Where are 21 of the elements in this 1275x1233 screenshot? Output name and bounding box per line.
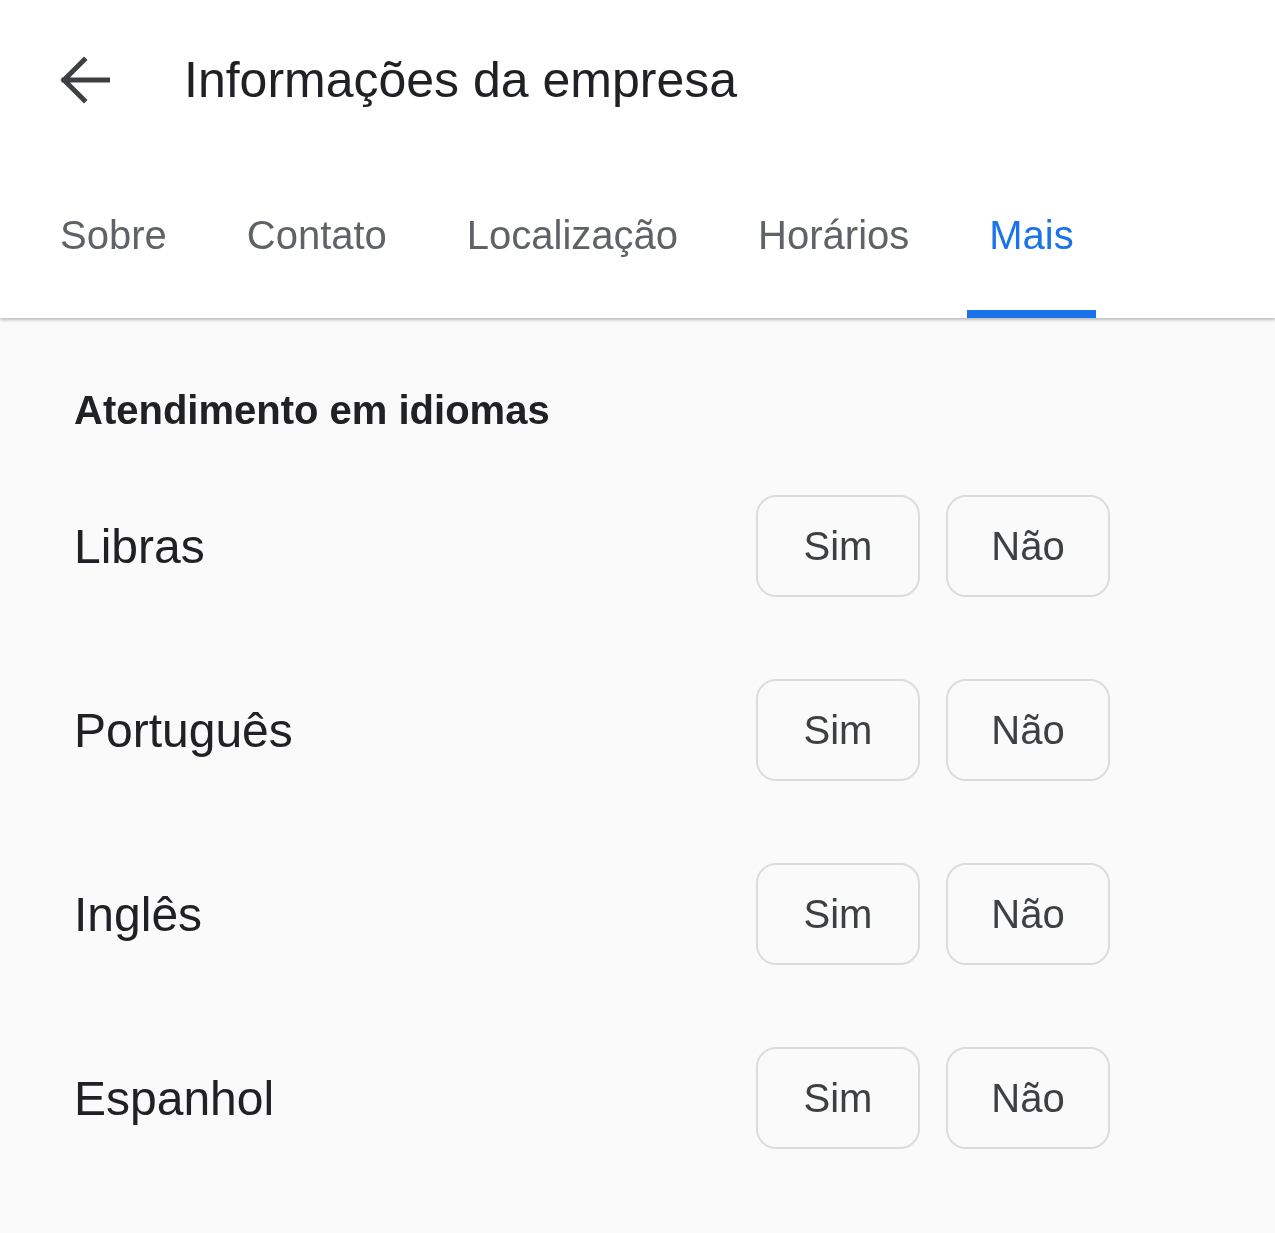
back-button[interactable] (58, 56, 110, 104)
choice-button[interactable]: Sim (756, 863, 920, 965)
language-label: Espanhol (74, 1070, 276, 1126)
choice-button[interactable]: Sim (756, 679, 920, 781)
tab[interactable]: Horários (736, 160, 932, 318)
choice-button[interactable]: Sim (756, 1047, 920, 1149)
tab[interactable]: Mais (967, 160, 1096, 318)
choice-button[interactable]: Não (946, 495, 1110, 597)
tab[interactable]: Localização (444, 160, 701, 318)
page-title: Informações da empresa (184, 51, 738, 109)
language-label: Libras (74, 518, 206, 574)
choice-button[interactable]: Sim (756, 495, 920, 597)
tab[interactable]: Sobre (38, 160, 189, 318)
back-arrow-icon (58, 56, 110, 104)
choice-button[interactable]: Não (946, 863, 1110, 965)
section-heading: Atendimento em idiomas (74, 388, 551, 433)
tab[interactable]: Contato (224, 160, 409, 318)
language-label: Inglês (74, 886, 204, 942)
choice-button[interactable]: Não (946, 679, 1110, 781)
choice-button[interactable]: Não (946, 1047, 1110, 1149)
language-label: Português (74, 702, 294, 758)
